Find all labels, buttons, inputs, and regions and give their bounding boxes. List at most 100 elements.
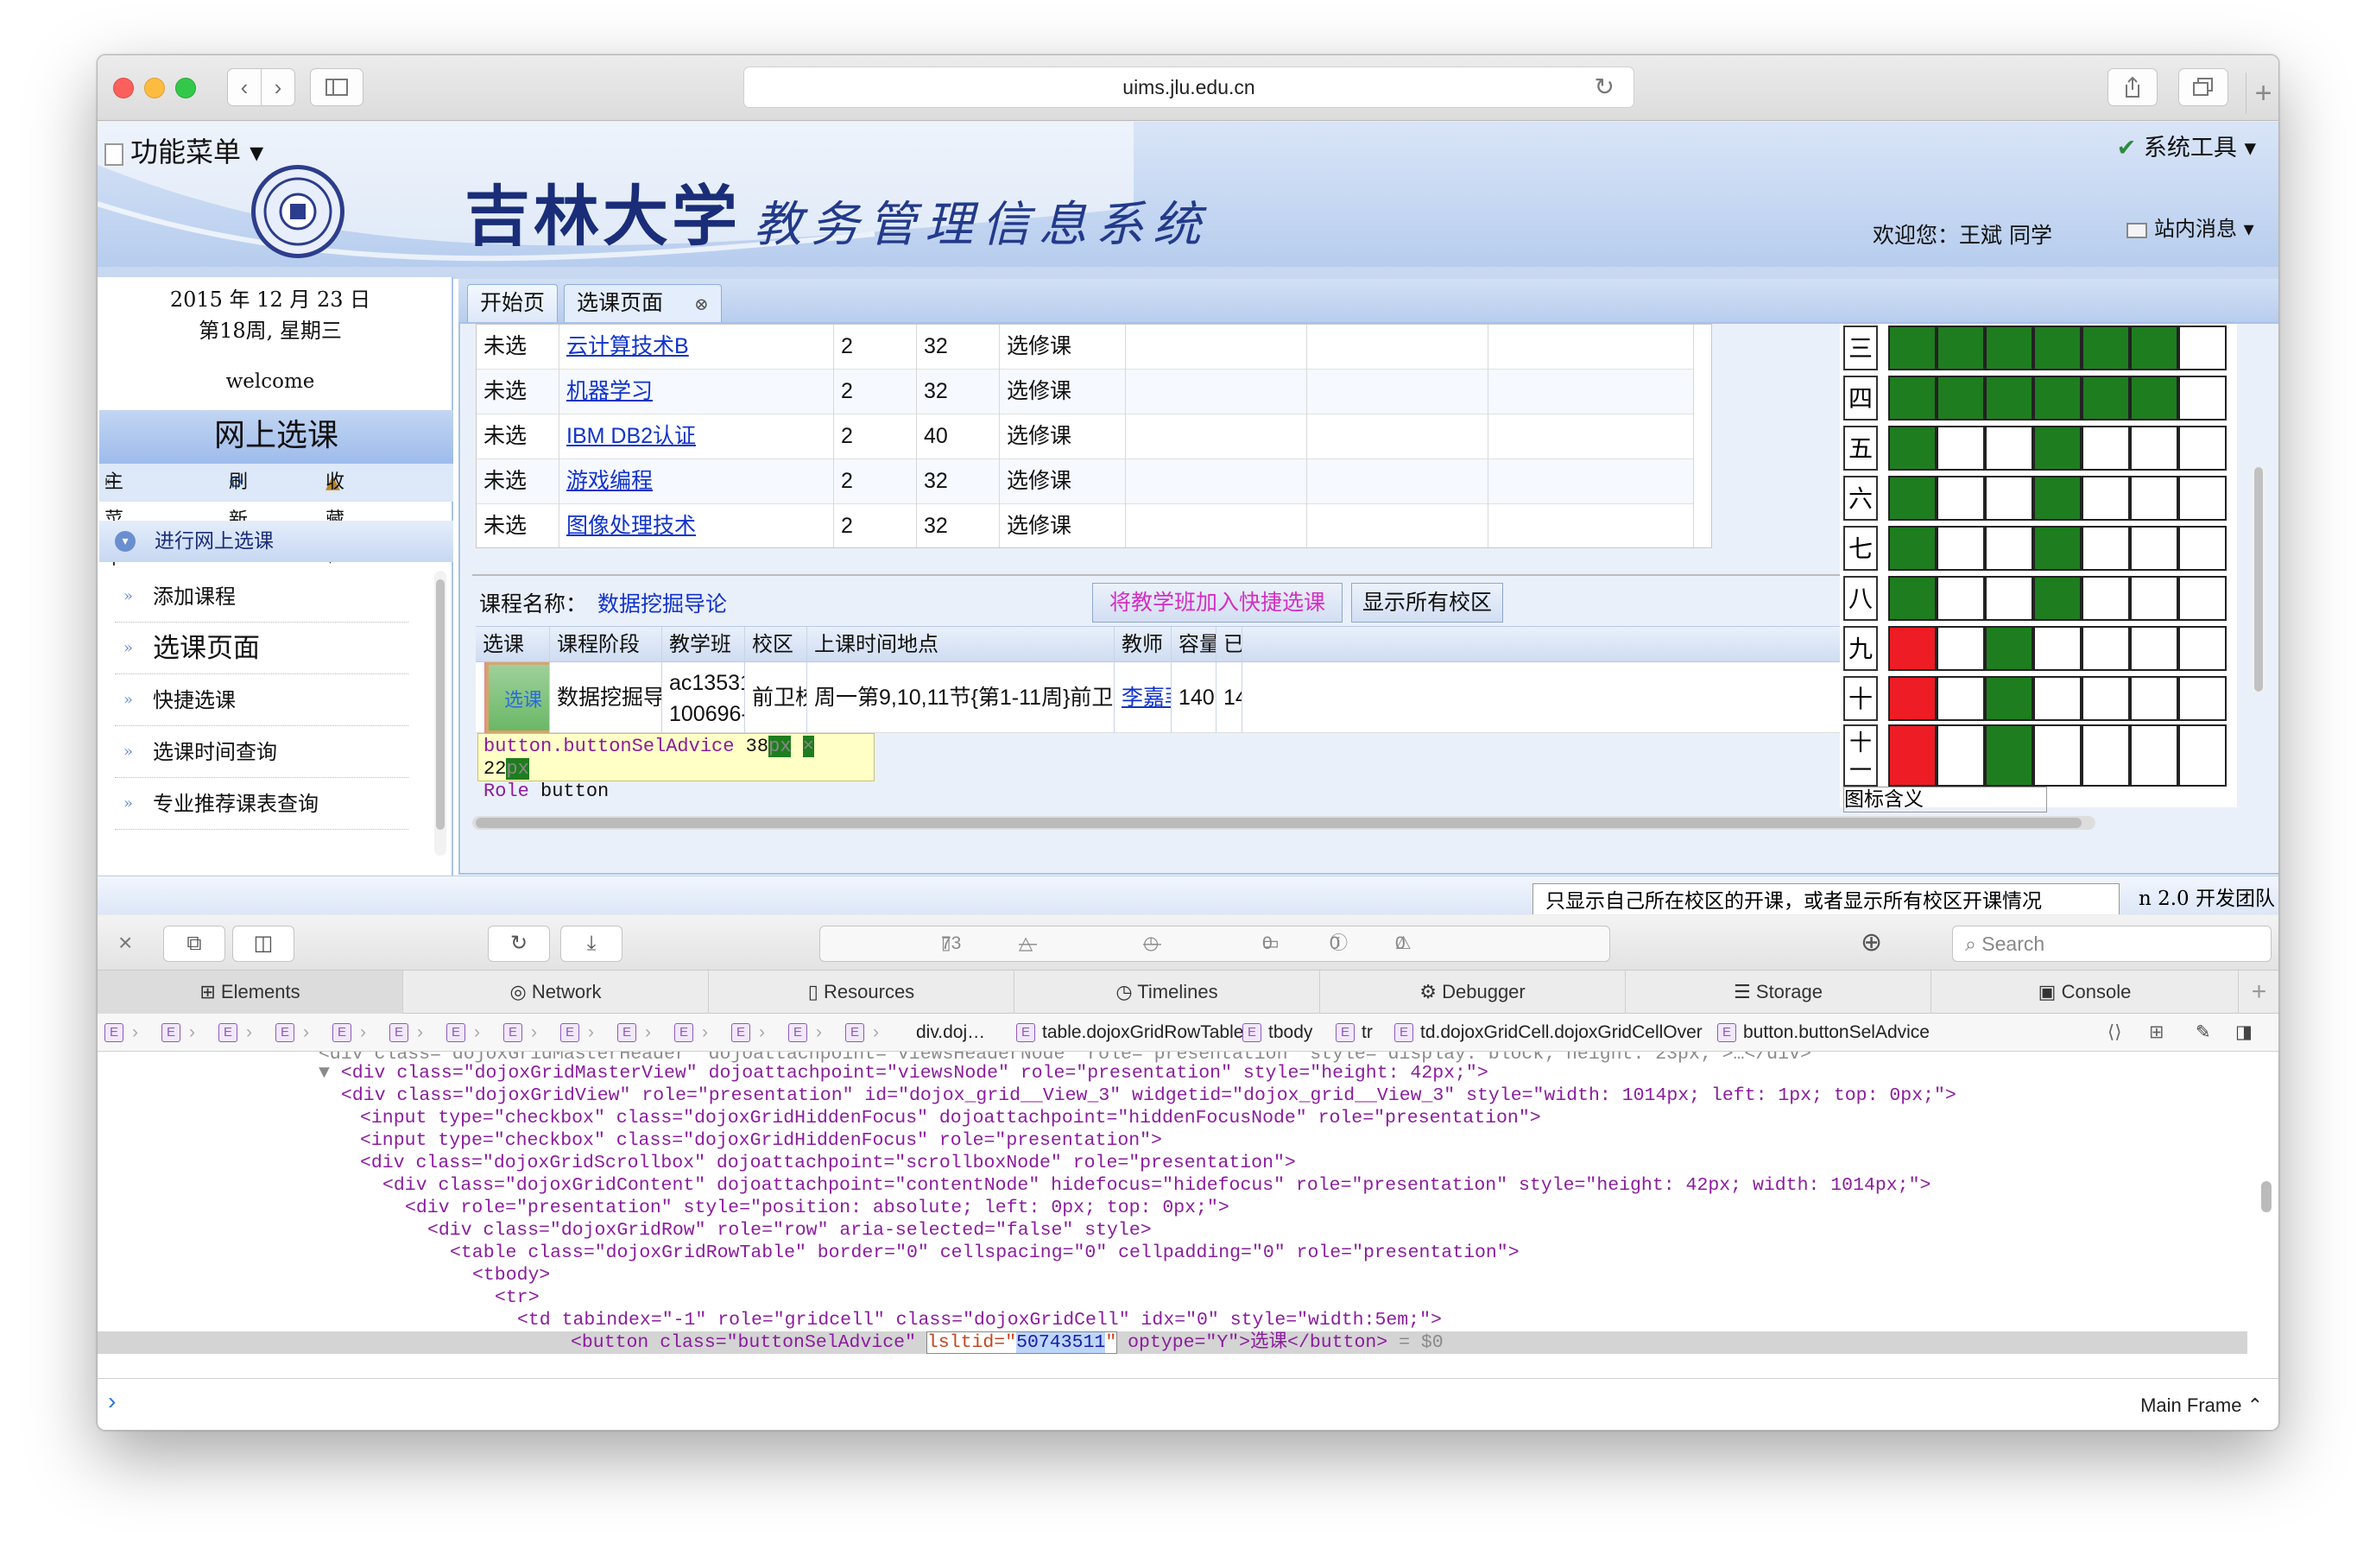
dom-node[interactable]: <div class="dojoxGridView" role="present… <box>341 1084 1956 1107</box>
left-scrollbar[interactable] <box>434 571 446 856</box>
select-course-button[interactable]: 选课 <box>484 662 549 733</box>
column-header[interactable]: 上课时间地点 <box>807 627 1115 661</box>
page-scroll-thumb[interactable] <box>2254 467 2263 692</box>
element-icon[interactable]: E <box>218 1023 237 1042</box>
frame-selector[interactable]: Main Frame ⌃ <box>2140 1394 2263 1417</box>
nav-quick-select[interactable]: » 快捷选课 <box>115 674 408 726</box>
horizontal-scrollbar[interactable] <box>472 816 2095 830</box>
nav-recommended-schedule[interactable]: » 专业推荐课表查询 <box>115 778 408 830</box>
show-all-campuses-button[interactable]: 显示所有校区 <box>1351 583 1503 623</box>
teacher-link[interactable]: 李嘉菲 <box>1115 662 1172 733</box>
dom-node[interactable]: <div class="dojoxGridScrollbox" dojoatta… <box>360 1152 1296 1174</box>
console-prompt-bar[interactable]: › Main Frame ⌃ <box>98 1378 2278 1430</box>
element-picker-icon[interactable]: ⊕ <box>1861 927 1882 958</box>
tab-storage[interactable]: ☰ Storage <box>1626 971 1931 1014</box>
disclosure-triangle-icon[interactable]: ▼ <box>319 1063 341 1084</box>
dom-scrollbar[interactable] <box>2261 1181 2272 1212</box>
course-name-link[interactable]: 图像处理技术 <box>559 504 834 547</box>
close-tab-icon[interactable]: ⊗ <box>694 294 709 314</box>
nav-selection-page[interactable]: » 选课页面 <box>115 623 408 674</box>
selected-dom-node[interactable]: <button class="buttonSelAdvice" lsltid="… <box>571 1331 1444 1354</box>
page-scrollbar[interactable] <box>2253 467 2265 692</box>
dom-mode-icon[interactable]: ⟨⟩ <box>2107 1014 2121 1051</box>
new-tab-button[interactable]: + <box>2246 73 2278 114</box>
column-header[interactable]: 教师 <box>1115 627 1172 661</box>
left-scroll-thumb[interactable] <box>436 579 445 830</box>
tabs-overview-button[interactable] <box>2178 68 2228 106</box>
dom-node[interactable]: <table class="dojoxGridRowTable" border=… <box>450 1242 1520 1264</box>
dom-node[interactable]: <div class="dojoxGridRow" role="row" ari… <box>427 1219 1152 1242</box>
dom-node[interactable]: <input type="checkbox" class="dojoxGridH… <box>360 1129 1162 1152</box>
tab-elements[interactable]: ⊞ Elements <box>98 971 403 1014</box>
column-header[interactable]: 选课 <box>476 627 550 661</box>
online-selection-section[interactable]: ▾ 进行网上选课 <box>99 521 453 562</box>
element-icon[interactable]: E <box>503 1023 522 1042</box>
dom-node[interactable]: <div role="presentation" style="position… <box>405 1197 1229 1219</box>
column-header[interactable]: 课程阶段 <box>550 627 662 661</box>
nav-add-course[interactable]: » 添加课程 <box>115 571 408 623</box>
dom-node[interactable]: <td tabindex="-1" role="gridcell" class=… <box>517 1309 1442 1331</box>
element-icon[interactable]: E <box>788 1023 807 1042</box>
tab-timelines[interactable]: ◷ Timelines <box>1014 971 1320 1014</box>
pen-icon[interactable]: ✎ <box>2196 1014 2211 1051</box>
course-name-link[interactable]: 机器学习 <box>559 370 834 414</box>
element-icon[interactable]: E <box>275 1023 294 1042</box>
close-window-button[interactable] <box>113 78 134 98</box>
inspector-search[interactable]: ⌕ Search <box>1952 926 2272 962</box>
class-row[interactable]: 选课 数据挖掘导论 ac13531061 100696-1 前卫校区 周一第9,… <box>476 662 1857 733</box>
tab-debugger[interactable]: ⚙ Debugger <box>1320 971 1626 1014</box>
column-header[interactable]: 校区 <box>745 627 807 661</box>
activity-viewer[interactable]: ▯ 73 △ — ◷ — ▭ 0 ⓘ 0 ⚠ 0 <box>819 926 1610 962</box>
close-inspector-icon[interactable]: × <box>118 929 132 957</box>
zoom-window-button[interactable] <box>175 78 196 98</box>
table-row[interactable]: 未选 云计算技术B 2 32 选修课 <box>477 325 1694 370</box>
course-name-link[interactable]: IBM DB2认证 <box>559 414 834 459</box>
detach-button[interactable]: ⧉ <box>163 926 225 962</box>
function-menu[interactable]: 功能菜单 ▾ <box>104 130 263 170</box>
element-icon[interactable]: E <box>332 1023 351 1042</box>
dom-node[interactable]: <tr> <box>495 1287 540 1309</box>
sidebar-toggle-button[interactable] <box>310 68 363 106</box>
tab-start[interactable]: 开始页 <box>467 284 559 322</box>
course-name-link[interactable]: 游戏编程 <box>559 459 834 504</box>
column-header[interactable]: 教学班 <box>662 627 745 661</box>
dom-node[interactable]: <input type="checkbox" class="dojoxGridH… <box>360 1107 1541 1129</box>
horizontal-scroll-thumb[interactable] <box>476 818 2082 828</box>
site-messages-menu[interactable]: 站内消息 ▾ <box>2126 212 2254 242</box>
nav-time-query[interactable]: » 选课时间查询 <box>115 726 408 778</box>
share-button[interactable] <box>2107 68 2158 106</box>
element-icon[interactable]: E <box>446 1023 465 1042</box>
attribute-value[interactable]: 50743511 <box>1016 1332 1106 1353</box>
tab-network[interactable]: ◎ Network <box>403 971 709 1014</box>
table-row[interactable]: 未选 图像处理技术 2 32 选修课 <box>477 504 1694 547</box>
table-row[interactable]: 未选 机器学习 2 32 选修课 <box>477 370 1694 414</box>
breadcrumb-item[interactable]: tbody <box>1268 1014 1312 1051</box>
element-icon[interactable]: E <box>731 1023 750 1042</box>
column-header[interactable]: 已 <box>1216 627 1242 661</box>
table-row[interactable]: 未选 IBM DB2认证 2 40 选修课 <box>477 414 1694 459</box>
element-icon[interactable]: E <box>104 1023 123 1042</box>
breadcrumb-item[interactable]: div.doj… <box>916 1014 985 1051</box>
element-icon[interactable]: E <box>389 1023 408 1042</box>
tab-console[interactable]: ▣ Console <box>1931 971 2239 1014</box>
reload-icon[interactable]: ↻ <box>1595 67 1615 107</box>
dock-button[interactable]: ◫ <box>232 926 294 962</box>
system-tools-menu[interactable]: ✔ 系统工具 ▾ <box>2117 129 2256 162</box>
sidebar-toggle-icon[interactable]: ◨ <box>2235 1014 2253 1051</box>
column-header[interactable]: 容量 <box>1172 627 1216 661</box>
back-button[interactable]: ‹ <box>227 68 262 106</box>
address-bar[interactable]: uims.jlu.edu.cn ↻ <box>743 66 1634 108</box>
dom-node[interactable]: ▼ <div class="dojoxGridMasterView" dojoa… <box>319 1062 1488 1084</box>
attribute-editor[interactable]: lsltid="50743511" <box>926 1331 1118 1354</box>
add-to-quick-select-button[interactable]: 将教学班加入快捷选课 <box>1092 583 1343 623</box>
course-name-link[interactable]: 云计算技术B <box>559 325 834 370</box>
element-icon[interactable]: E <box>674 1023 693 1042</box>
reload-page-button[interactable]: ↻ <box>488 926 550 962</box>
forward-button[interactable]: › <box>261 68 295 106</box>
collapse-icon[interactable]: ▾ <box>115 531 136 552</box>
tab-resources[interactable]: ▯ Resources <box>709 971 1014 1014</box>
table-row[interactable]: 未选 游戏编程 2 32 选修课 <box>477 459 1694 504</box>
dom-node[interactable]: <tbody> <box>472 1264 550 1287</box>
add-tab-icon[interactable]: + <box>2239 971 2278 1014</box>
tab-course-selection[interactable]: 选课页面 ⊗ <box>564 284 722 322</box>
